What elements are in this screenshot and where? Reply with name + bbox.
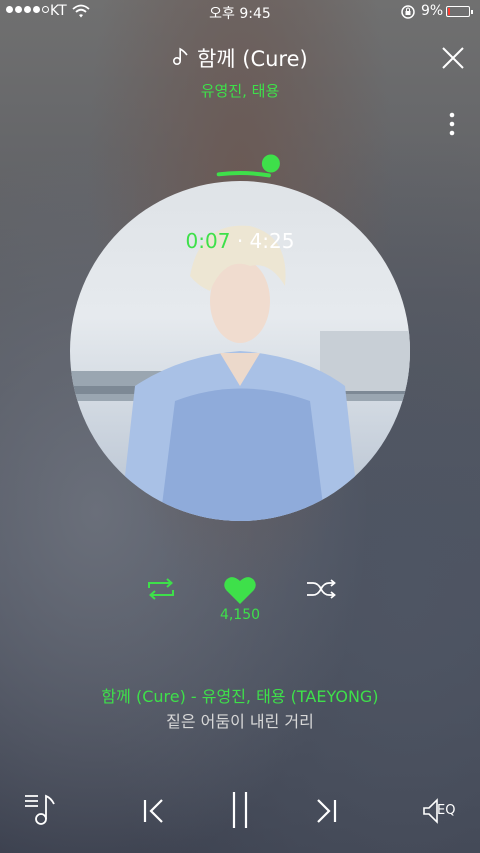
repeat-icon[interactable] [145,578,177,600]
time-display: 0:07 · 4:25 [0,229,480,253]
status-bar: KT 오후 9:45 9% [0,0,480,24]
time-separator: · [236,229,244,253]
previous-icon[interactable] [140,797,168,825]
heart-icon[interactable] [223,575,257,605]
battery-percentage: 9% [421,3,444,19]
song-title: 함께 (Cure) [196,47,308,71]
total-duration: 4:25 [249,229,295,253]
lyrics-song-line[interactable]: 함께 (Cure) - 유영진, 태용 (TAEYONG) [0,683,480,707]
battery-icon [446,6,473,17]
equalizer-label: EQ [437,803,456,818]
rotation-lock-icon [400,4,416,24]
equalizer-button[interactable]: EQ [420,796,466,826]
close-icon[interactable] [440,45,466,71]
like-count: 4,150 [219,607,261,623]
music-note-icon [172,47,197,71]
pause-icon[interactable] [228,791,252,829]
song-artists[interactable]: 유영진, 태용 [0,80,480,101]
playlist-icon[interactable] [24,792,62,828]
song-title-row: 함께 (Cure) [0,43,480,73]
elapsed-time: 0:07 [185,229,231,253]
more-vertical-icon[interactable] [444,110,460,140]
shuffle-icon[interactable] [305,578,337,600]
next-icon[interactable] [312,797,340,825]
playback-progress-knob [261,154,280,173]
lyrics-current-line[interactable]: 짙은 어둠이 내린 거리 [0,708,480,732]
